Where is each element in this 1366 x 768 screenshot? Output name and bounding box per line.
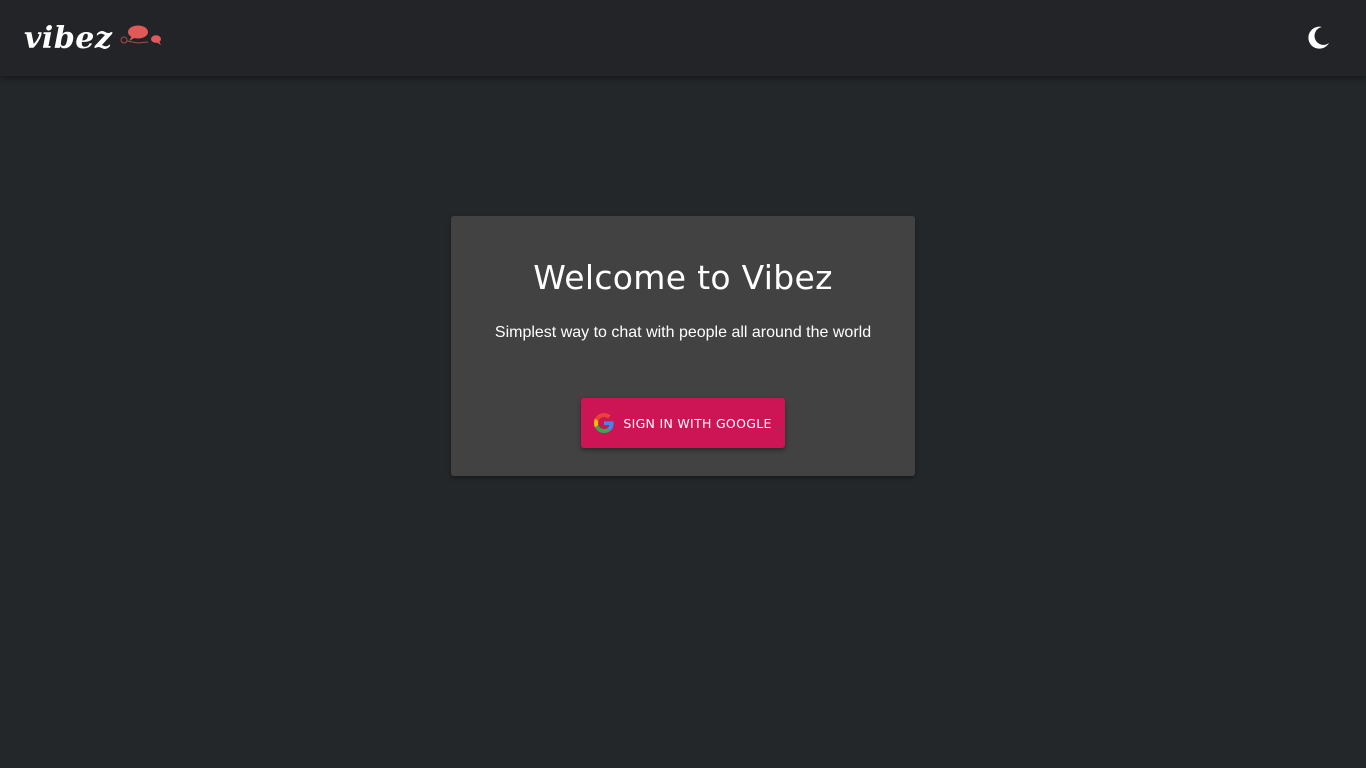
moon-icon[interactable] [1304,24,1332,52]
logo-text: vibez [24,20,113,56]
top-navbar: vibez [0,0,1366,76]
chat-bubbles-icon [118,21,166,54]
app-logo[interactable]: vibez [24,16,166,60]
welcome-subtitle: Simplest way to chat with people all aro… [494,324,872,341]
signin-label: SIGN IN WITH GOOGLE [623,415,772,431]
google-signin-button[interactable]: SIGN IN WITH GOOGLE [581,398,785,448]
google-icon [594,413,614,433]
welcome-title: Welcome to Vibez [533,258,833,297]
